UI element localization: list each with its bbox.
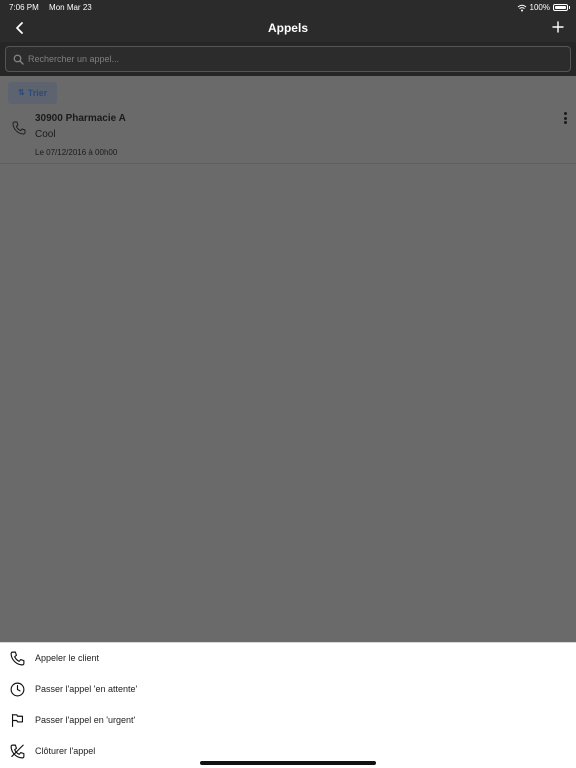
nav-bar: Appels	[0, 14, 576, 42]
search-box[interactable]	[5, 46, 571, 72]
search-icon	[13, 54, 24, 65]
page-title: Appels	[267, 21, 308, 35]
sort-button[interactable]: ⇅ Trier	[8, 82, 58, 104]
action-label: Appeler le client	[35, 653, 100, 663]
call-subtitle: Cool	[35, 129, 56, 140]
sort-icon: ⇅	[18, 88, 25, 97]
action-label: Passer l'appel en 'urgent'	[35, 715, 136, 725]
home-indicator	[200, 761, 376, 765]
clock-icon	[10, 682, 25, 697]
status-time: 7:06 PM	[9, 3, 39, 12]
wifi-icon	[517, 4, 526, 11]
action-set-waiting[interactable]: Passer l'appel 'en attente'	[0, 674, 576, 705]
action-set-urgent[interactable]: Passer l'appel en 'urgent'	[0, 705, 576, 736]
plus-icon[interactable]	[550, 19, 566, 35]
call-date: Le 07/12/2016 à 00h00	[35, 148, 118, 157]
search-area	[0, 42, 576, 76]
action-label: Clôturer l'appel	[35, 746, 96, 756]
list-item[interactable]: 30900 Pharmacie A Cool Le 07/12/2016 à 0…	[0, 108, 576, 164]
sort-label: Trier	[27, 88, 48, 98]
search-input[interactable]	[28, 47, 558, 71]
phone-icon	[12, 121, 26, 135]
battery-percent: 100%	[529, 3, 550, 12]
action-sheet: Appeler le client Passer l'appel 'en att…	[0, 642, 576, 768]
call-title: 30900 Pharmacie A	[35, 113, 126, 124]
action-label: Passer l'appel 'en attente'	[35, 684, 138, 694]
action-call-client[interactable]: Appeler le client	[0, 643, 576, 674]
phone-icon	[10, 651, 25, 666]
flag-icon	[11, 714, 24, 727]
battery-icon	[553, 4, 570, 11]
status-date: Mon Mar 23	[49, 3, 92, 12]
more-vertical-icon[interactable]	[562, 112, 568, 126]
phone-off-icon	[10, 744, 25, 759]
status-bar: 7:06 PM Mon Mar 23 100%	[0, 0, 576, 14]
